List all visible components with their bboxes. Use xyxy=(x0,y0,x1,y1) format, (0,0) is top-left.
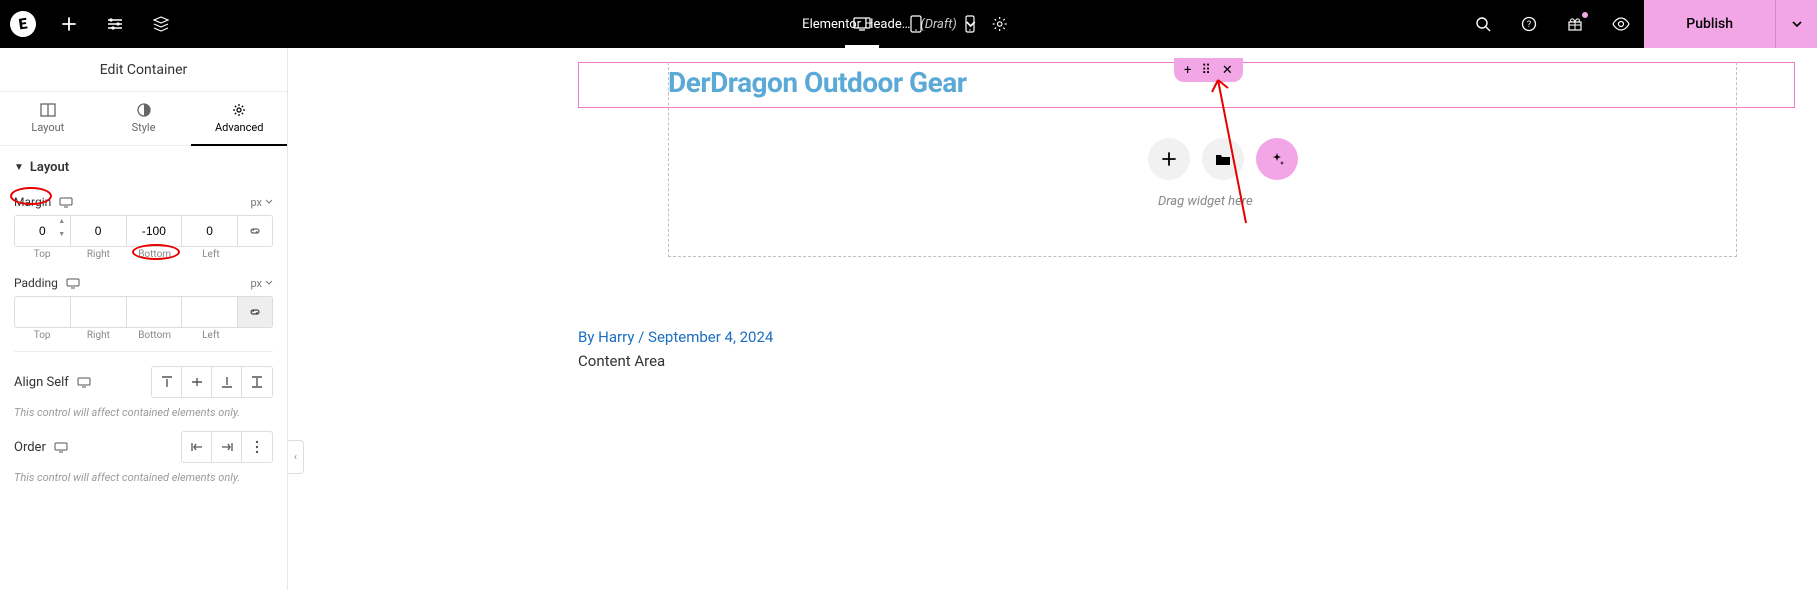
align-stretch-button[interactable] xyxy=(242,367,272,397)
post-byline[interactable]: By Harry / September 4, 2024 xyxy=(578,328,773,346)
align-center-button[interactable] xyxy=(182,367,212,397)
editor-sidebar: Edit Container Layout Style Advanced ▼ xyxy=(0,48,288,590)
desktop-icon xyxy=(66,278,80,289)
align-self-device-toggle[interactable] xyxy=(77,377,91,388)
padding-top-input[interactable] xyxy=(15,297,70,327)
align-center-icon xyxy=(190,375,204,389)
chevron-down-icon xyxy=(265,198,273,206)
tablet-icon xyxy=(909,15,923,33)
margin-left-input[interactable] xyxy=(182,216,237,246)
order-note: This control will affect contained eleme… xyxy=(14,471,273,484)
tab-style[interactable]: Style xyxy=(96,92,192,145)
desktop-icon xyxy=(59,197,73,208)
order-label: Order xyxy=(14,440,46,455)
add-widget-button[interactable] xyxy=(1148,138,1190,180)
ai-button[interactable] xyxy=(1256,138,1298,180)
content-area-label: Content Area xyxy=(578,352,665,370)
align-top-icon xyxy=(160,375,174,389)
container-close-button[interactable]: ✕ xyxy=(1222,64,1233,77)
publish-options-button[interactable] xyxy=(1775,0,1817,48)
container-add-button[interactable]: + xyxy=(1184,64,1191,77)
align-bottom-icon xyxy=(220,375,234,389)
add-template-button[interactable] xyxy=(1202,138,1244,180)
margin-right-input[interactable] xyxy=(71,216,126,246)
desktop-icon xyxy=(54,442,68,453)
container-drag-handle[interactable]: ⠿ xyxy=(1201,64,1212,77)
desktop-icon xyxy=(77,377,91,388)
panel-title: Edit Container xyxy=(0,48,287,92)
notification-dot xyxy=(1582,12,1588,18)
align-start-button[interactable] xyxy=(152,367,182,397)
plus-icon xyxy=(1161,151,1177,167)
spinner-down[interactable]: ▼ xyxy=(56,231,68,244)
structure-button[interactable] xyxy=(138,0,184,48)
mobile-icon xyxy=(964,15,976,33)
elementor-logo[interactable]: E xyxy=(0,0,46,48)
padding-device-toggle[interactable] xyxy=(66,278,80,289)
order-start-button[interactable] xyxy=(182,432,212,462)
tab-advanced[interactable]: Advanced xyxy=(191,92,287,145)
responsive-mobile[interactable] xyxy=(943,0,997,48)
align-stretch-icon xyxy=(250,375,264,389)
gift-icon xyxy=(1567,16,1583,32)
help-icon: ? xyxy=(1521,16,1537,32)
responsive-desktop[interactable] xyxy=(835,0,889,48)
padding-bottom-input[interactable] xyxy=(127,297,182,327)
order-device-toggle[interactable] xyxy=(54,442,68,453)
link-icon xyxy=(248,305,262,319)
align-self-note: This control will affect contained eleme… xyxy=(14,406,273,419)
panel-tabs: Layout Style Advanced xyxy=(0,92,287,146)
order-first-icon xyxy=(190,442,204,452)
search-icon xyxy=(1475,16,1491,32)
margin-label: Margin xyxy=(14,195,51,209)
chevron-down-icon xyxy=(265,279,273,287)
section-layout-header[interactable]: ▼ Layout xyxy=(14,160,273,175)
eye-icon xyxy=(1611,17,1631,31)
responsive-tablet[interactable] xyxy=(889,0,943,48)
padding-link-toggle[interactable] xyxy=(238,297,272,327)
link-icon xyxy=(248,224,262,238)
whats-new-button[interactable] xyxy=(1552,0,1598,48)
help-button[interactable]: ? xyxy=(1506,0,1552,48)
order-more-button[interactable] xyxy=(242,432,272,462)
publish-button[interactable]: Publish xyxy=(1644,0,1775,48)
gear-icon xyxy=(232,103,246,117)
tab-layout[interactable]: Layout xyxy=(0,92,96,145)
sliders-icon xyxy=(106,16,124,32)
align-self-label: Align Self xyxy=(14,375,69,390)
finder-button[interactable] xyxy=(1460,0,1506,48)
margin-bottom-input[interactable] xyxy=(127,216,182,246)
drag-hint: Drag widget here xyxy=(1158,194,1253,209)
plus-icon xyxy=(61,16,77,32)
layout-icon xyxy=(40,103,56,117)
margin-device-toggle[interactable] xyxy=(59,197,73,208)
site-settings-button[interactable] xyxy=(92,0,138,48)
editor-canvas[interactable]: DerDragon Outdoor Gear + ⠿ ✕ Drag widget… xyxy=(288,48,1817,590)
layers-icon xyxy=(152,16,170,32)
padding-left-input[interactable] xyxy=(182,297,237,327)
add-element-button[interactable] xyxy=(46,0,92,48)
sparkle-icon xyxy=(1269,151,1285,167)
folder-icon xyxy=(1215,152,1231,166)
order-last-icon xyxy=(220,442,234,452)
svg-text:?: ? xyxy=(1527,20,1531,30)
margin-link-toggle[interactable] xyxy=(238,216,272,246)
chevron-down-icon xyxy=(1791,18,1803,30)
padding-right-input[interactable] xyxy=(71,297,126,327)
order-end-button[interactable] xyxy=(212,432,242,462)
padding-label: Padding xyxy=(14,276,58,290)
preview-button[interactable] xyxy=(1598,0,1644,48)
topbar: E Elementor Heade… (Draft) xyxy=(0,0,1817,48)
container-handle[interactable]: + ⠿ ✕ xyxy=(1174,58,1243,82)
margin-unit-select[interactable]: px xyxy=(250,196,273,209)
align-end-button[interactable] xyxy=(212,367,242,397)
site-title: DerDragon Outdoor Gear xyxy=(668,66,967,99)
dots-vertical-icon xyxy=(255,440,259,454)
style-icon xyxy=(137,103,151,117)
panel-collapse-toggle[interactable]: ‹ xyxy=(288,440,304,474)
padding-unit-select[interactable]: px xyxy=(250,277,273,290)
desktop-icon xyxy=(852,16,872,32)
